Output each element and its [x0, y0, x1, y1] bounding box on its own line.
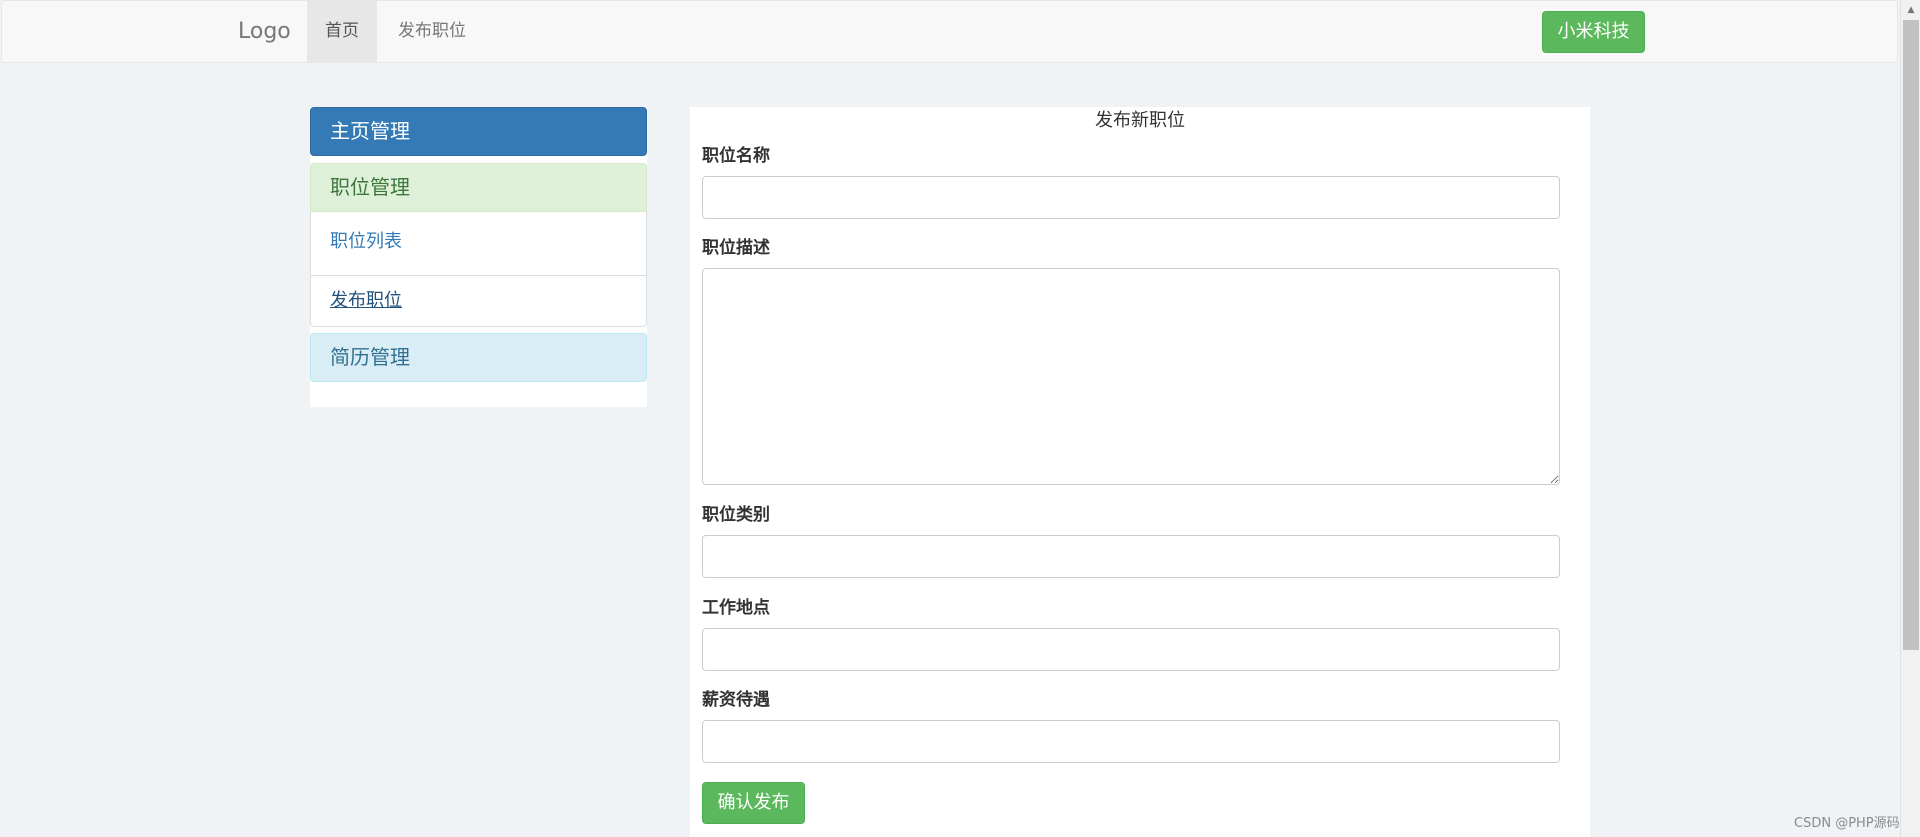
confirm-post-button[interactable]: 确认发布: [702, 782, 805, 824]
job-name-label: 职位名称: [702, 146, 770, 166]
scroll-up-icon[interactable]: ▲: [1901, 2, 1920, 18]
salary-input[interactable]: [702, 720, 1560, 763]
salary-label: 薪资待遇: [702, 690, 770, 710]
brand-logo[interactable]: Logo: [238, 1, 291, 62]
vertical-scrollbar[interactable]: ▲: [1900, 0, 1920, 837]
job-description-label: 职位描述: [702, 238, 770, 258]
scroll-thumb[interactable]: [1903, 20, 1919, 650]
sidebar-panel-home-management[interactable]: 主页管理: [310, 107, 647, 156]
job-name-input[interactable]: [702, 176, 1560, 219]
sidebar-item-job-list[interactable]: 职位列表: [310, 212, 647, 276]
nav-post-job[interactable]: 发布职位: [380, 1, 484, 62]
sidebar-panel-resume-management[interactable]: 简历管理: [310, 333, 647, 382]
sidebar-item-post-job[interactable]: 发布职位: [310, 275, 647, 327]
top-navbar: Logo 首页 发布职位 小米科技: [1, 0, 1898, 63]
form-title: 发布新职位: [1095, 110, 1185, 131]
sidebar-menu: 主页管理 职位管理 职位列表 发布职位 简历管理: [310, 107, 647, 407]
nav-home[interactable]: 首页: [307, 1, 377, 62]
work-location-label: 工作地点: [702, 598, 770, 618]
sidebar-panel-job-management[interactable]: 职位管理: [310, 163, 647, 212]
work-location-input[interactable]: [702, 628, 1560, 671]
job-category-input[interactable]: [702, 535, 1560, 578]
job-description-textarea[interactable]: [702, 268, 1560, 485]
csdn-watermark: CSDN @PHP源码: [1794, 816, 1900, 831]
job-category-label: 职位类别: [702, 505, 770, 525]
company-button[interactable]: 小米科技: [1542, 11, 1645, 53]
post-job-form: 发布新职位 职位名称 职位描述 职位类别 工作地点 薪资待遇 确认发布: [690, 107, 1590, 837]
